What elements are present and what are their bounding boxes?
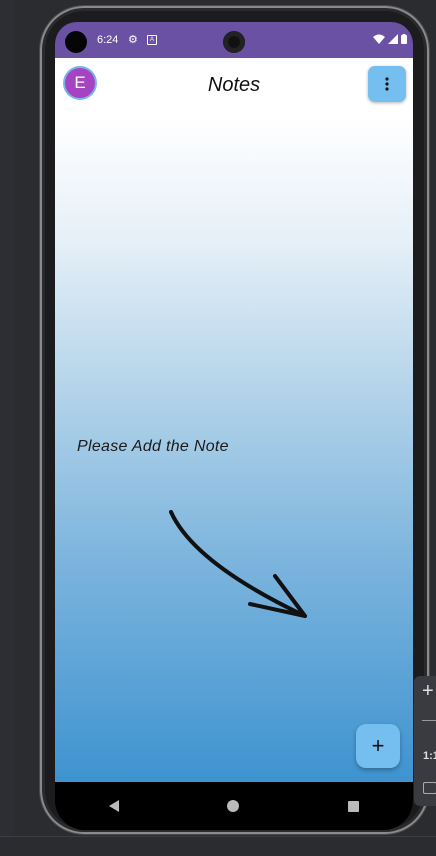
status-time: 6:24 [97,34,119,46]
empty-state-message: Please Add the Note [77,438,229,455]
home-icon[interactable] [227,800,240,812]
back-icon[interactable] [109,800,120,812]
emulator-divider [0,836,436,837]
recents-icon[interactable] [347,800,359,812]
a-icon: A [147,35,157,45]
emulator-toolbar: + 1:1 [414,676,436,806]
add-note-button[interactable]: + [356,724,400,768]
emulator-side-strip [0,0,14,836]
system-nav-bar [55,782,413,830]
frame-icon[interactable] [423,782,436,794]
arrow-illustration [169,510,307,618]
wifi-icon [373,34,385,44]
status-icons [373,34,407,44]
gear-icon: ⚙ [128,34,138,46]
zoom-ratio-button[interactable]: 1:1 [423,750,436,762]
zoom-in-button[interactable]: + [422,680,434,703]
more-vert-icon [385,77,389,91]
front-camera-icon [65,31,87,53]
more-options-button[interactable] [368,66,406,102]
notes-app: E Notes Please Add the Note + [55,58,413,782]
page-title: Notes [207,74,261,96]
battery-icon [401,34,407,44]
phone-screen: 6:24 ⚙ A E Notes Please Add the Note + [55,22,413,830]
zoom-out-button[interactable] [422,720,436,721]
signal-icon [388,34,398,44]
status-bar: 6:24 ⚙ A [55,22,413,58]
camera-cutout-icon [223,31,245,53]
